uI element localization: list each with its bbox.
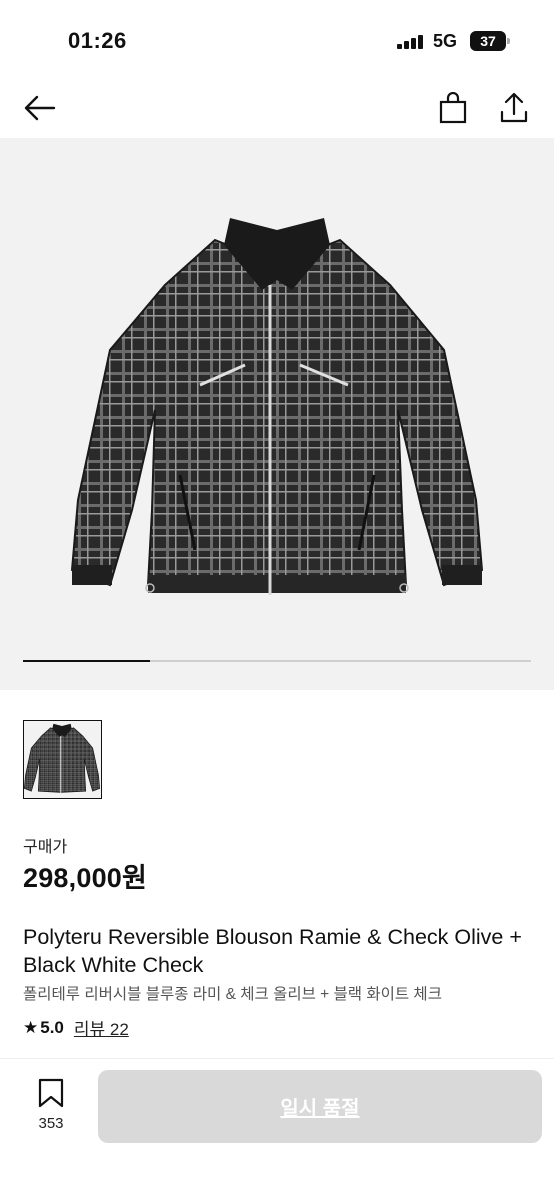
star-icon: ★ (23, 1017, 39, 1037)
gallery-progress-bar (23, 660, 531, 662)
product-name-english: Polyteru Reversible Blouson Ramie & Chec… (23, 925, 522, 977)
wishlist-button[interactable]: 353 (28, 1078, 74, 1134)
review-link[interactable]: 리뷰 22 (74, 1015, 129, 1040)
price-label: 구매가 (23, 839, 68, 856)
divider (0, 1058, 554, 1059)
shopping-bag-icon (439, 92, 467, 124)
price-value: 298,000원 (23, 863, 148, 893)
thumbnail-image[interactable] (23, 720, 102, 799)
product-image (70, 218, 484, 595)
signal-icon (397, 35, 423, 49)
share-icon (500, 92, 528, 123)
cart-button[interactable] (433, 88, 473, 128)
arrow-left-icon (24, 95, 56, 121)
rating-value: 5.0 (40, 1017, 64, 1037)
share-button[interactable] (494, 88, 534, 128)
wishlist-count: 353 (38, 1115, 64, 1132)
sold-out-button[interactable]: 일시 품절 (98, 1070, 542, 1143)
rating-row: ★ 5.0 리뷰 22 (23, 1015, 129, 1040)
thumbnail-jacket-image (24, 723, 101, 793)
bookmark-icon (38, 1078, 64, 1108)
gallery-progress-fill (23, 660, 150, 662)
back-button[interactable] (20, 88, 60, 128)
battery-icon: 37 (470, 31, 510, 51)
status-time: 01:26 (68, 28, 127, 53)
network-label: 5G (433, 31, 458, 51)
top-nav (0, 80, 554, 136)
product-image-gallery[interactable] (0, 138, 554, 690)
product-name-korean: 폴리테루 리버시블 블루종 라미 & 체크 올리브 + 블랙 화이트 체크 (23, 986, 442, 1003)
status-bar: 01:26 5G 37 (0, 0, 554, 80)
